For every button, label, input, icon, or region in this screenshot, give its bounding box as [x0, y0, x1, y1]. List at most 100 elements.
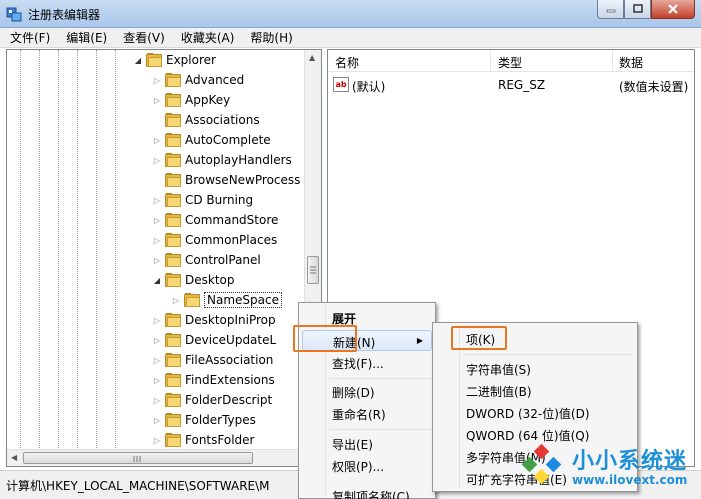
scroll-left-icon[interactable]: ◀	[11, 453, 17, 462]
folder-icon	[165, 273, 181, 287]
collapse-arrow-icon[interactable]: ◢	[151, 271, 163, 289]
tree-node[interactable]: ▷ FolderDescript	[151, 391, 272, 409]
watermark-brand: 小小系统迷	[572, 449, 688, 474]
tree-node[interactable]: ▷ FontsFolder	[151, 431, 254, 449]
submenu-item-qword-value[interactable]: QWORD (64 位)值(Q)	[436, 424, 634, 445]
submenu-item-string-value[interactable]: 字符串值(S)	[436, 358, 634, 379]
tree-node[interactable]: ▷ Advanced	[151, 71, 244, 89]
tree-node[interactable]: ▷ DeviceUpdateL	[151, 331, 276, 349]
expand-arrow-icon[interactable]: ▷	[151, 331, 163, 349]
tree-node[interactable]: ▷ FindExtensions	[151, 371, 275, 389]
menu-item-find[interactable]: 查找(F)...	[302, 352, 432, 373]
tree-node[interactable]: ▷ ControlPanel	[151, 251, 261, 269]
tree-node[interactable]: ▷ AutoplayHandlers	[151, 151, 292, 169]
tree-node-label: CommandStore	[185, 213, 279, 227]
value-data: (数值未设置)	[619, 80, 689, 94]
expand-arrow-icon[interactable]: ▷	[151, 351, 163, 369]
expand-arrow-icon[interactable]: ▷	[151, 91, 163, 109]
tree-node[interactable]: ▷ NameSpace	[170, 291, 282, 309]
tree-node[interactable]: ◢ Explorer	[132, 51, 216, 69]
tree-node-label: DesktopIniProp	[185, 313, 276, 327]
expand-arrow-icon[interactable]: ▷	[151, 311, 163, 329]
minimize-icon	[606, 9, 615, 13]
menu-item-label: 二进制值(B)	[466, 385, 532, 399]
submenu-item-binary-value[interactable]: 二进制值(B)	[436, 380, 634, 401]
menu-help[interactable]: 帮助(H)	[244, 29, 298, 46]
tree-node-label: BrowseNewProcess	[185, 173, 301, 187]
menu-item-copy-key-name[interactable]: 复制项名称(C)	[302, 485, 432, 499]
close-button[interactable]	[651, 0, 695, 19]
folder-icon	[165, 333, 181, 347]
tree-node[interactable]: ▷ DesktopIniProp	[151, 311, 276, 329]
tree-horizontal-scrollbar[interactable]: ◀	[7, 449, 305, 466]
menu-item-permissions[interactable]: 权限(P)...	[302, 455, 432, 476]
tree-node[interactable]: ◢ Desktop	[151, 271, 235, 289]
tree-guide-lines	[7, 50, 137, 466]
tree-node[interactable]: ▷ AutoComplete	[151, 131, 271, 149]
menu-item-label: 删除(D)	[332, 386, 375, 400]
tree-node-label: FontsFolder	[185, 433, 255, 447]
tree-node[interactable]: ▷ FileAssociation	[151, 351, 273, 369]
status-path: 计算机\HKEY_LOCAL_MACHINE\SOFTWARE\M	[6, 479, 270, 493]
expand-arrow-icon[interactable]: ▷	[151, 131, 163, 149]
folder-icon	[165, 433, 181, 447]
menu-item-label: 重命名(R)	[332, 408, 386, 422]
folder-icon	[165, 393, 181, 407]
tree-node[interactable]: ▷ CommandStore	[151, 211, 278, 229]
ab-icon: ab	[333, 77, 349, 92]
column-data[interactable]: 数据	[619, 54, 643, 71]
expand-arrow-icon[interactable]: ▷	[151, 231, 163, 249]
folder-icon	[165, 93, 181, 107]
submenu-item-dword-value[interactable]: DWORD (32-位)值(D)	[436, 402, 634, 423]
expand-arrow-icon[interactable]: ▷	[151, 371, 163, 389]
tree-node[interactable]: BrowseNewProcess	[151, 171, 300, 189]
tree-node[interactable]: ▷ FolderTypes	[151, 411, 256, 429]
folder-icon	[165, 173, 181, 187]
folder-icon	[165, 73, 181, 87]
scroll-up-icon[interactable]: ▲	[309, 53, 315, 62]
expand-arrow-icon[interactable]: ▷	[151, 411, 163, 429]
menu-edit[interactable]: 编辑(E)	[60, 29, 113, 46]
column-name[interactable]: 名称	[335, 54, 359, 71]
folder-icon	[146, 53, 162, 67]
collapse-arrow-icon[interactable]: ◢	[132, 51, 144, 69]
menu-view[interactable]: 查看(V)	[117, 29, 171, 46]
menu-item-label: 复制项名称(C)	[332, 490, 410, 499]
menu-item-label: 字符串值(S)	[466, 363, 531, 377]
expand-arrow-icon[interactable]: ▷	[151, 151, 163, 169]
maximize-button[interactable]	[624, 0, 651, 19]
tree-node[interactable]: Associations	[151, 111, 260, 129]
expand-arrow-icon[interactable]: ▷	[151, 211, 163, 229]
menu-item-export[interactable]: 导出(E)	[302, 433, 432, 454]
watermark-url: www.ilovext.com	[572, 473, 688, 487]
tree-node[interactable]: ▷ CommonPlaces	[151, 231, 277, 249]
expand-arrow-icon[interactable]: ▷	[151, 71, 163, 89]
expand-arrow-icon[interactable]: ▷	[151, 191, 163, 209]
menu-favorites[interactable]: 收藏夹(A)	[175, 29, 241, 46]
folder-icon	[165, 233, 181, 247]
tree-node[interactable]: ▷ AppKey	[151, 91, 230, 109]
expand-arrow-icon[interactable]: ▷	[151, 251, 163, 269]
expand-arrow-icon[interactable]: ▷	[170, 291, 182, 309]
highlight-key-box	[451, 326, 507, 350]
tree-node-label: FindExtensions	[185, 373, 275, 387]
value-row[interactable]: ab (默认) REG_SZ (数值未设置)	[328, 76, 694, 94]
minimize-button[interactable]	[597, 0, 624, 19]
tree-node-label: FolderDescript	[185, 393, 273, 407]
tree-node-label: Desktop	[185, 273, 235, 287]
registry-tree[interactable]: ◢ Explorer ▷ Advanced ▷ AppKey Associations ▷ Au…	[6, 49, 322, 467]
close-icon	[668, 4, 678, 14]
tree-scroll-thumb[interactable]	[307, 256, 319, 284]
expand-arrow-icon[interactable]: ▷	[151, 391, 163, 409]
menu-file[interactable]: 文件(F)	[4, 29, 56, 46]
menu-item-delete[interactable]: 删除(D)	[302, 381, 432, 402]
maximize-icon	[632, 4, 643, 13]
column-type[interactable]: 类型	[498, 54, 522, 71]
tree-hscroll-thumb[interactable]	[23, 452, 253, 464]
menu-item-rename[interactable]: 重命名(R)	[302, 403, 432, 424]
expand-arrow-icon[interactable]: ▷	[151, 431, 163, 449]
tree-node[interactable]: ▷ CD Burning	[151, 191, 253, 209]
folder-icon	[165, 193, 181, 207]
highlight-new-box	[293, 325, 357, 352]
tree-node-label: Associations	[185, 113, 260, 127]
